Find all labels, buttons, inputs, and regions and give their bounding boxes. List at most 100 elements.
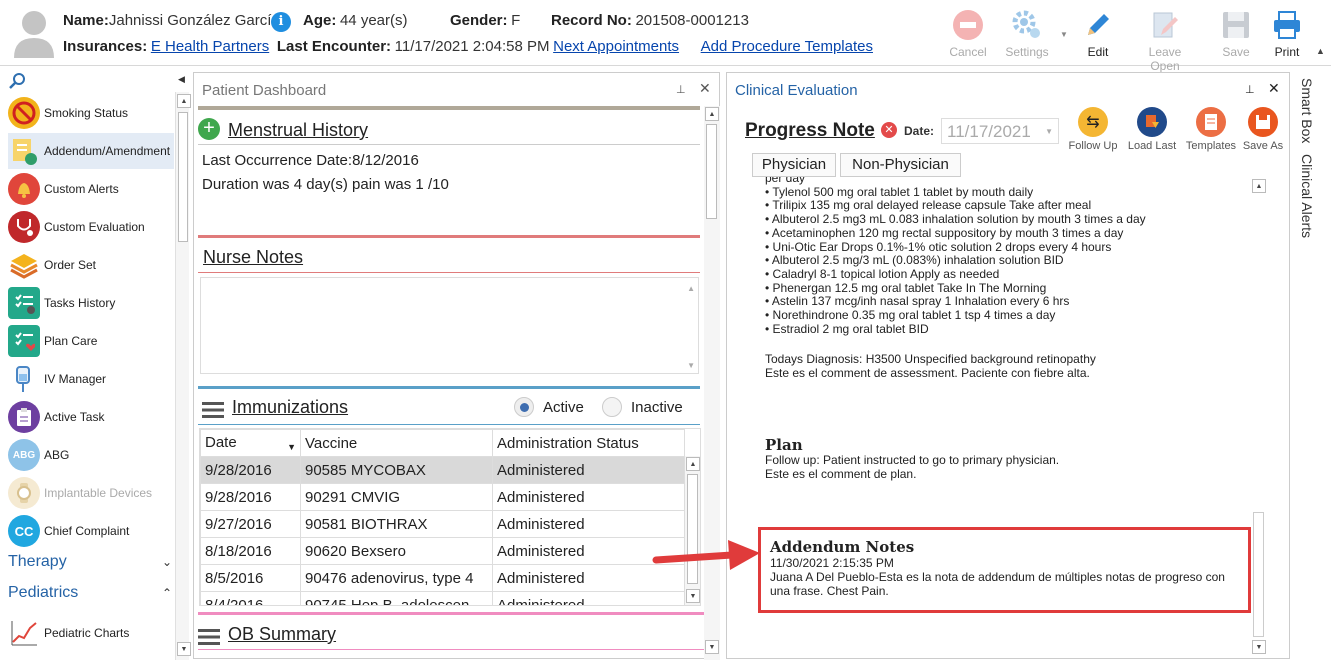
table-row[interactable]: 9/28/2016 90585 MYCOBAX Administered bbox=[200, 456, 685, 484]
scroll-down-icon[interactable]: ▼ bbox=[177, 642, 191, 656]
scroll-thumb[interactable] bbox=[706, 124, 717, 219]
scroll-thumb[interactable] bbox=[178, 112, 188, 242]
note-scrollbar[interactable]: ▲ ▼ bbox=[1251, 177, 1267, 657]
leave-open-button[interactable]: Leave Open bbox=[1135, 8, 1195, 73]
settings-button[interactable]: Settings bbox=[997, 8, 1057, 59]
progress-note-title[interactable]: Progress Note bbox=[745, 120, 875, 142]
table-row[interactable]: 8/18/2016 90620 Bexsero Administered bbox=[200, 537, 685, 565]
column-header-vaccine[interactable]: Vaccine bbox=[300, 429, 493, 457]
medication-line: • Uni-Otic Ear Drops 0.1%-1% otic soluti… bbox=[765, 239, 1112, 254]
active-label: Active bbox=[543, 398, 584, 416]
collapse-header-icon[interactable]: ▲ bbox=[1316, 46, 1325, 56]
tab-physician[interactable]: Physician bbox=[752, 153, 836, 177]
nurse-notes-title[interactable]: Nurse Notes bbox=[203, 247, 303, 268]
sidebar-item-custom-evaluation[interactable]: Custom Evaluation bbox=[8, 209, 174, 245]
sidebar-item-tasks-history[interactable]: Tasks History bbox=[8, 285, 174, 321]
patient-age: 44 year(s) bbox=[339, 12, 408, 29]
menstrual-line-1: Last Occurrence Date:8/12/2016 bbox=[202, 152, 419, 169]
insurance-link[interactable]: E Health Partners bbox=[151, 38, 269, 55]
print-button[interactable]: Print bbox=[1257, 8, 1317, 59]
scroll-down-icon[interactable]: ▼ bbox=[1252, 640, 1266, 654]
immunizations-title[interactable]: Immunizations bbox=[232, 397, 348, 417]
scroll-up-icon[interactable]: ▲ bbox=[177, 94, 191, 108]
scroll-up-icon[interactable]: ▲ bbox=[686, 457, 700, 471]
sidebar-collapse-icon[interactable]: ◀ bbox=[178, 74, 185, 85]
remove-note-icon[interactable]: ✕ bbox=[881, 122, 897, 138]
scroll-thumb[interactable] bbox=[1253, 512, 1264, 637]
sidebar-item-label: Smoking Status bbox=[44, 106, 129, 120]
sidebar-item-active-task[interactable]: Active Task bbox=[8, 399, 174, 435]
section-therapy[interactable]: Therapy ⌄ bbox=[8, 553, 178, 571]
info-icon[interactable]: i bbox=[271, 12, 291, 32]
tab-smart-box[interactable]: Smart Box bbox=[1299, 78, 1315, 143]
section-pediatrics[interactable]: Pediatrics ⌃ bbox=[8, 584, 178, 602]
scroll-down-icon[interactable]: ▼ bbox=[686, 589, 700, 603]
divider bbox=[198, 649, 704, 650]
settings-dropdown-icon[interactable]: ▼ bbox=[1060, 30, 1068, 39]
plus-circle-icon[interactable]: + bbox=[198, 118, 220, 140]
nurse-notes-textarea[interactable]: ▲ ▼ bbox=[200, 277, 699, 374]
vaccine-cell: 90581 BIOTHRAX bbox=[300, 510, 493, 538]
scroll-up-icon[interactable]: ▲ bbox=[705, 107, 719, 121]
date-picker[interactable]: 11/17/2021 ▼ bbox=[941, 118, 1059, 144]
line-chart-icon bbox=[8, 617, 40, 649]
annotation-arrow bbox=[652, 540, 760, 570]
sidebar-item-custom-alerts[interactable]: Custom Alerts bbox=[8, 171, 174, 207]
column-header-date[interactable]: Date ▼ bbox=[200, 429, 301, 457]
tab-non-physician[interactable]: Non-Physician bbox=[840, 153, 961, 177]
sidebar-scrollbar[interactable]: ▲ ▼ bbox=[175, 92, 191, 660]
sidebar-item-order-set[interactable]: Order Set bbox=[8, 247, 174, 283]
sidebar-item-abg[interactable]: ABG ABG bbox=[8, 437, 174, 473]
tab-clinical-alerts[interactable]: Clinical Alerts bbox=[1299, 154, 1315, 238]
scroll-down-icon[interactable]: ▼ bbox=[687, 361, 695, 370]
table-row[interactable]: 9/27/2016 90581 BIOTHRAX Administered bbox=[200, 510, 685, 538]
templates-button[interactable]: Templates bbox=[1181, 107, 1241, 152]
table-scrollbar[interactable]: ▲ ▼ bbox=[684, 456, 700, 605]
pin-icon[interactable]: ⊥ bbox=[1245, 83, 1255, 96]
close-icon[interactable]: ✕ bbox=[1268, 80, 1280, 97]
scroll-up-icon[interactable]: ▲ bbox=[1252, 179, 1266, 193]
load-last-button[interactable]: Load Last bbox=[1122, 107, 1182, 152]
radio-checked-icon bbox=[514, 397, 534, 417]
table-row[interactable]: 8/4/2016 90745 Hep B, adolescen Administer… bbox=[200, 591, 685, 605]
sidebar-item-implantable-devices[interactable]: Implantable Devices bbox=[8, 475, 174, 511]
next-appointments-link[interactable]: Next Appointments bbox=[553, 38, 679, 55]
sidebar-item-label: ABG bbox=[44, 448, 70, 462]
ob-summary-title[interactable]: OB Summary bbox=[228, 624, 336, 644]
vaccine-cell: 90291 CMVIG bbox=[300, 483, 493, 511]
menu-icon[interactable] bbox=[202, 401, 224, 418]
assessment-comment: Este es el comment de assessment. Pacien… bbox=[765, 366, 1090, 381]
sidebar-item-iv-manager[interactable]: IV Manager bbox=[8, 361, 174, 397]
sidebar-item-smoking-status[interactable]: Smoking Status bbox=[8, 95, 174, 131]
menstrual-history-title[interactable]: Menstrual History bbox=[228, 120, 368, 141]
follow-up-button[interactable]: ⇆ Follow Up bbox=[1063, 107, 1123, 152]
close-icon[interactable]: ✕ bbox=[699, 80, 711, 97]
cancel-button[interactable]: Cancel bbox=[938, 8, 998, 59]
scroll-up-icon[interactable]: ▲ bbox=[687, 284, 695, 293]
name-label: Name: bbox=[63, 12, 109, 29]
save-as-button[interactable]: Save As bbox=[1236, 107, 1290, 152]
search-icon[interactable] bbox=[8, 72, 26, 90]
swap-arrows-icon: ⇆ bbox=[1078, 107, 1108, 137]
table-row[interactable]: 9/28/2016 90291 CMVIG Administered bbox=[200, 483, 685, 511]
sidebar-item-pediatric-charts[interactable]: Pediatric Charts bbox=[8, 615, 174, 651]
dashboard-scrollbar[interactable]: ▲ ▼ bbox=[704, 106, 720, 660]
add-procedure-templates-link[interactable]: Add Procedure Templates bbox=[701, 38, 873, 55]
inactive-radio[interactable]: Inactive bbox=[602, 397, 683, 417]
ob-summary-header: OB Summary bbox=[198, 624, 336, 645]
save-label: Save bbox=[1222, 45, 1250, 59]
sidebar-item-chief-complaint[interactable]: CC Chief Complaint bbox=[8, 513, 174, 549]
sidebar-item-addendum[interactable]: Addendum/Amendment bbox=[8, 133, 174, 169]
edit-button[interactable]: Edit bbox=[1068, 8, 1128, 59]
table-row[interactable]: 8/5/2016 90476 adenovirus, type 4 Administ… bbox=[200, 564, 685, 592]
floppy-disk-icon bbox=[1248, 107, 1278, 137]
column-header-status[interactable]: Administration Status bbox=[492, 429, 685, 457]
menu-icon[interactable] bbox=[198, 628, 220, 645]
pin-icon[interactable]: ⊥ bbox=[676, 83, 686, 96]
scroll-down-icon[interactable]: ▼ bbox=[705, 640, 719, 654]
sidebar-item-plan-care[interactable]: Plan Care bbox=[8, 323, 174, 359]
divider bbox=[198, 144, 700, 145]
sidebar-item-label: Plan Care bbox=[44, 334, 98, 348]
active-radio[interactable]: Active bbox=[514, 397, 584, 417]
sidebar-item-label: Tasks History bbox=[44, 296, 116, 310]
